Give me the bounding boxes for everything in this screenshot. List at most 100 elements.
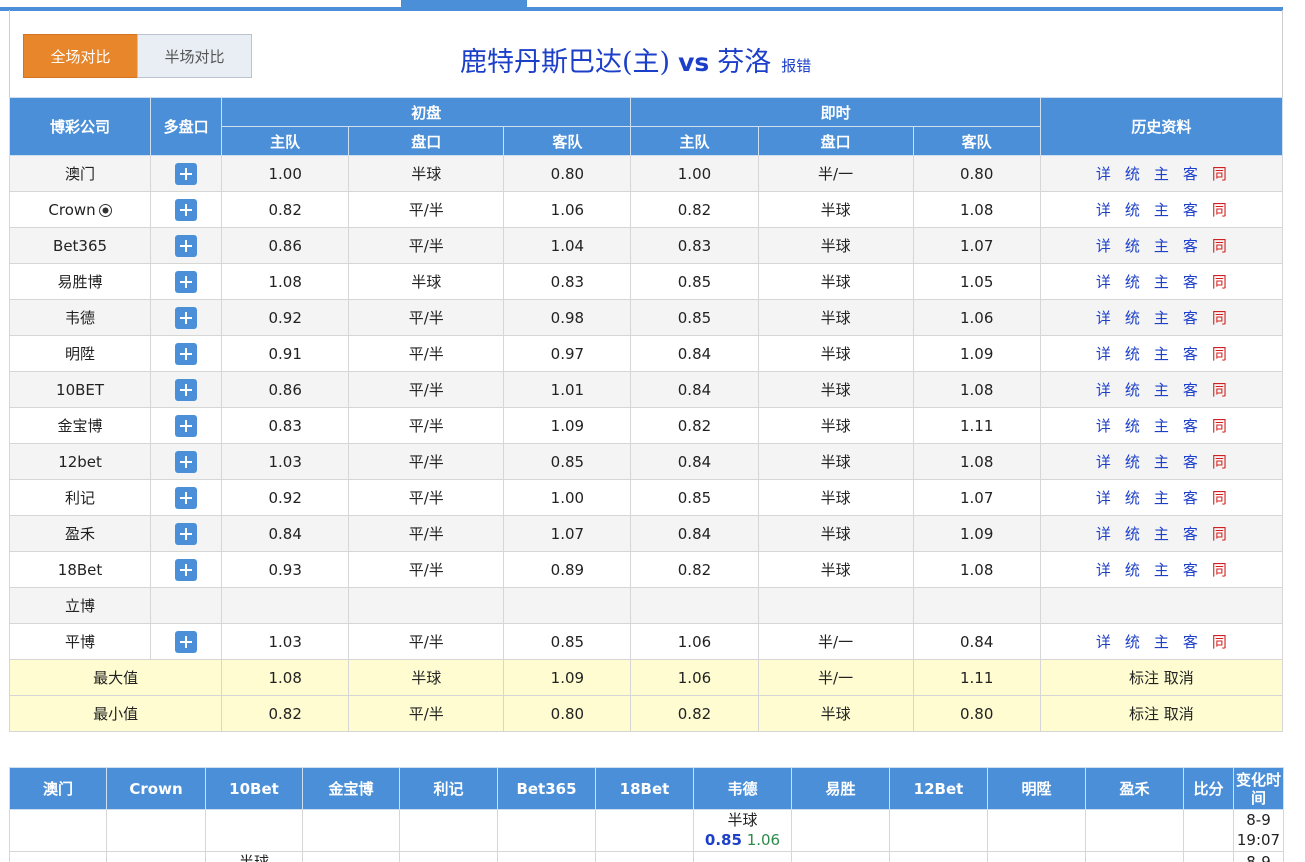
history-link-3[interactable]: 客	[1183, 633, 1198, 651]
history-link-4[interactable]: 同	[1212, 417, 1227, 435]
expand-plus-icon[interactable]	[175, 630, 198, 653]
header-live: 即时	[630, 97, 1041, 127]
mark-link[interactable]: 标注	[1129, 669, 1159, 687]
history-link-1[interactable]: 统	[1125, 525, 1140, 543]
history-link-4[interactable]: 同	[1212, 633, 1227, 651]
history-link-0[interactable]: 详	[1096, 345, 1111, 363]
history-link-3[interactable]: 客	[1183, 453, 1198, 471]
history-link-4[interactable]: 同	[1212, 237, 1227, 255]
history-link-0[interactable]: 详	[1096, 417, 1111, 435]
history-link-2[interactable]: 主	[1154, 273, 1169, 291]
expand-plus-icon[interactable]	[175, 450, 198, 473]
stat-l-hc: 半/一	[757, 659, 914, 696]
expand-plus-icon[interactable]	[175, 522, 198, 545]
history-link-0[interactable]: 详	[1096, 201, 1111, 219]
history-link-0[interactable]: 详	[1096, 633, 1111, 651]
history-links: 详统主客同	[1039, 407, 1284, 444]
history-link-2[interactable]: 主	[1154, 309, 1169, 327]
company-label: 澳门	[65, 165, 96, 183]
history-link-0[interactable]: 详	[1096, 381, 1111, 399]
expand-plus-icon[interactable]	[175, 306, 198, 329]
history-link-4[interactable]: 同	[1212, 345, 1227, 363]
odds-l-hc	[757, 587, 914, 624]
history-link-1[interactable]: 统	[1125, 453, 1140, 471]
mark-link[interactable]: 标注	[1129, 705, 1159, 723]
history-link-3[interactable]: 客	[1183, 165, 1198, 183]
history-link-3[interactable]: 客	[1183, 381, 1198, 399]
history-link-1[interactable]: 统	[1125, 381, 1140, 399]
history-link-4[interactable]: 同	[1212, 309, 1227, 327]
header-company: 博彩公司	[8, 97, 152, 156]
history-link-2[interactable]: 主	[1154, 201, 1169, 219]
expand-plus-icon[interactable]	[175, 558, 198, 581]
history-link-3[interactable]: 客	[1183, 237, 1198, 255]
history-link-4[interactable]: 同	[1212, 453, 1227, 471]
history-link-3[interactable]: 客	[1183, 309, 1198, 327]
history-link-2[interactable]: 主	[1154, 633, 1169, 651]
history-link-0[interactable]: 详	[1096, 561, 1111, 579]
expand-plus-icon[interactable]	[175, 414, 198, 437]
history-link-2[interactable]: 主	[1154, 489, 1169, 507]
history-link-4[interactable]: 同	[1212, 165, 1227, 183]
history-link-3[interactable]: 客	[1183, 345, 1198, 363]
history-link-1[interactable]: 统	[1125, 309, 1140, 327]
history-link-1[interactable]: 统	[1125, 165, 1140, 183]
history-link-0[interactable]: 详	[1096, 453, 1111, 471]
history-link-4[interactable]: 同	[1212, 201, 1227, 219]
expand-plus-icon[interactable]	[175, 234, 198, 257]
odds-i-away: 0.83	[503, 263, 632, 300]
expand-plus-icon[interactable]	[175, 378, 198, 401]
expand-plus-icon[interactable]	[175, 270, 198, 293]
history-link-4[interactable]: 同	[1212, 381, 1227, 399]
cancel-link[interactable]: 取消	[1164, 669, 1194, 687]
history-link-4[interactable]: 同	[1212, 561, 1227, 579]
history-link-2[interactable]: 主	[1154, 417, 1169, 435]
stat-l-away: 1.11	[912, 659, 1041, 696]
history-link-0[interactable]: 详	[1096, 309, 1111, 327]
history-link-1[interactable]: 统	[1125, 345, 1140, 363]
odds-i-away	[503, 587, 632, 624]
history-link-3[interactable]: 客	[1183, 525, 1198, 543]
history-link-0[interactable]: 详	[1096, 525, 1111, 543]
history-link-4[interactable]: 同	[1212, 489, 1227, 507]
history-link-3[interactable]: 客	[1183, 201, 1198, 219]
history-link-2[interactable]: 主	[1154, 237, 1169, 255]
half-match-tab[interactable]: 半场对比	[137, 34, 252, 78]
history-link-1[interactable]: 统	[1125, 561, 1140, 579]
history-link-2[interactable]: 主	[1154, 345, 1169, 363]
history-link-2[interactable]: 主	[1154, 381, 1169, 399]
history-link-3[interactable]: 客	[1183, 417, 1198, 435]
odds-i-home	[221, 587, 350, 624]
time-clock: 19:07	[1236, 831, 1281, 849]
cancel-link[interactable]: 取消	[1164, 705, 1194, 723]
odds-row: 韦德 0.92 平/半 0.98 0.85 半球 1.06 详统主客同	[8, 299, 1284, 336]
history-link-1[interactable]: 统	[1125, 489, 1140, 507]
history-link-2[interactable]: 主	[1154, 525, 1169, 543]
history-link-3[interactable]: 客	[1183, 489, 1198, 507]
history-link-0[interactable]: 详	[1096, 273, 1111, 291]
history-link-1[interactable]: 统	[1125, 417, 1140, 435]
history-link-2[interactable]: 主	[1154, 453, 1169, 471]
history-link-2[interactable]: 主	[1154, 165, 1169, 183]
time-date: 8-9	[1246, 853, 1271, 862]
history-link-1[interactable]: 统	[1125, 633, 1140, 651]
history-link-0[interactable]: 详	[1096, 489, 1111, 507]
full-match-tab[interactable]: 全场对比	[23, 34, 138, 78]
history-link-0[interactable]: 详	[1096, 237, 1111, 255]
hist-header: 利记	[399, 767, 498, 810]
history-link-4[interactable]: 同	[1212, 273, 1227, 291]
hist-cell	[595, 809, 694, 852]
history-link-4[interactable]: 同	[1212, 525, 1227, 543]
history-link-2[interactable]: 主	[1154, 561, 1169, 579]
report-error-link[interactable]: 报错	[781, 55, 811, 76]
history-link-3[interactable]: 客	[1183, 561, 1198, 579]
expand-plus-icon[interactable]	[175, 198, 198, 221]
expand-plus-icon[interactable]	[175, 342, 198, 365]
history-link-1[interactable]: 统	[1125, 237, 1140, 255]
expand-plus-icon[interactable]	[175, 162, 198, 185]
history-link-0[interactable]: 详	[1096, 165, 1111, 183]
expand-plus-icon[interactable]	[175, 486, 198, 509]
history-link-3[interactable]: 客	[1183, 273, 1198, 291]
history-link-1[interactable]: 统	[1125, 201, 1140, 219]
history-link-1[interactable]: 统	[1125, 273, 1140, 291]
